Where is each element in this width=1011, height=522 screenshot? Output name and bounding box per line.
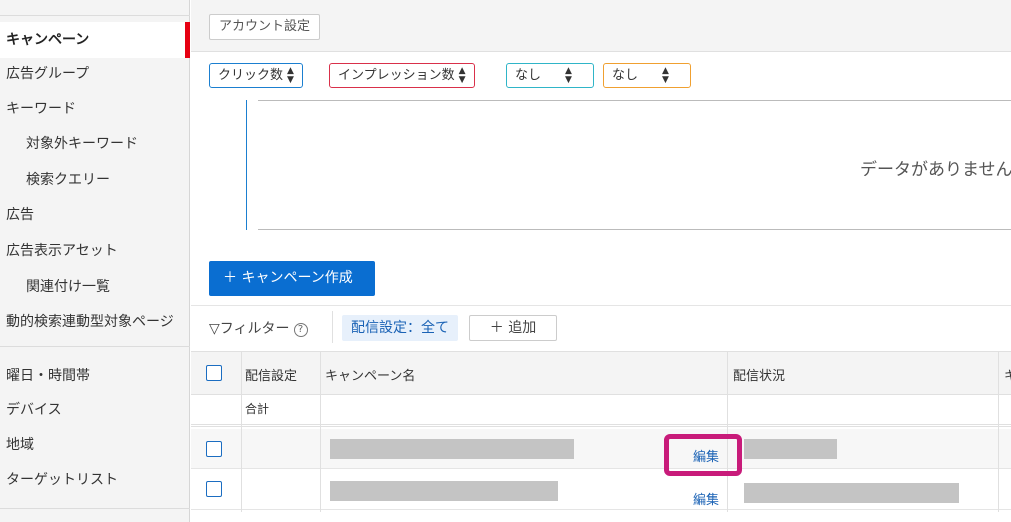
filter-label: フィルター: [219, 321, 290, 337]
delivery-status-redacted: [744, 439, 837, 459]
add-filter-button[interactable]: ＋ 追加: [469, 315, 557, 341]
filter-bar: [191, 305, 1011, 351]
table-total-row: [191, 395, 1011, 427]
table-row: [191, 429, 1011, 469]
column-divider: [320, 352, 321, 512]
sidebar-item-target-list[interactable]: ターゲットリスト: [0, 462, 190, 498]
chart-top-line: [258, 100, 1011, 101]
sidebar-item-keyword[interactable]: キーワード: [0, 91, 190, 127]
sort-arrows-icon: ▲ ▼: [662, 65, 669, 85]
metric-select-none-2[interactable]: なし ▲ ▼: [603, 63, 691, 88]
sidebar-item-campaign[interactable]: キャンペーン: [0, 22, 190, 58]
sidebar-divider-bottom: [0, 508, 190, 509]
column-header-delivery-setting[interactable]: 配信設定: [245, 365, 297, 384]
metric-label: なし: [515, 68, 542, 83]
column-divider: [727, 352, 728, 512]
table-header: [191, 351, 1011, 395]
metric-select-clicks[interactable]: クリック数 ▲ ▼: [209, 63, 303, 88]
metric-label: クリック数: [218, 68, 284, 83]
sort-arrows-icon: ▲ ▼: [287, 65, 294, 85]
select-all-checkbox[interactable]: [206, 365, 222, 381]
delivery-status-redacted: [744, 483, 959, 503]
sidebar-item-associations[interactable]: 関連付け一覧: [0, 269, 190, 305]
metric-label: インプレッション数: [338, 68, 455, 83]
create-campaign-button[interactable]: ＋ キャンペーン作成: [209, 261, 375, 296]
metric-select-none-1[interactable]: なし ▲ ▼: [506, 63, 594, 88]
row-checkbox[interactable]: [206, 441, 222, 457]
sidebar-item-day-time[interactable]: 曜日・時間帯: [0, 358, 190, 394]
row-checkbox[interactable]: [206, 481, 222, 497]
sort-arrows-icon: ▲ ▼: [565, 65, 572, 85]
sidebar-item-device[interactable]: デバイス: [0, 392, 190, 428]
campaign-name-redacted: [330, 481, 558, 501]
column-divider: [998, 352, 999, 512]
account-settings-button[interactable]: アカウント設定: [209, 14, 321, 40]
metric-label: なし: [612, 68, 639, 83]
filter-toggle[interactable]: ▽フィルター?: [209, 318, 308, 338]
sidebar-item-ad-group[interactable]: 広告グループ: [0, 56, 190, 92]
help-icon[interactable]: ?: [293, 323, 308, 337]
filter-icon: ▽: [209, 321, 220, 337]
column-header-campaign-name[interactable]: キャンペーン名: [325, 365, 415, 384]
sidebar-item-search-query[interactable]: 検索クエリー: [0, 162, 190, 198]
sort-arrows-icon: ▲ ▼: [458, 65, 466, 85]
sidebar-divider: [0, 346, 190, 347]
sidebar-item-region[interactable]: 地域: [0, 427, 190, 463]
column-divider: [241, 352, 242, 512]
metric-select-impressions[interactable]: インプレッション数 ▲ ▼: [329, 63, 475, 88]
filter-chip-delivery-setting[interactable]: 配信設定：全て: [342, 315, 458, 341]
chart-axis: [246, 100, 247, 230]
campaign-name-redacted: [330, 439, 574, 459]
sidebar-item-ads[interactable]: 広告: [0, 197, 190, 233]
sidebar-item-negative-keyword[interactable]: 対象外キーワード: [0, 126, 190, 162]
column-header-truncated[interactable]: キ: [1004, 365, 1011, 384]
filter-separator: [332, 311, 333, 343]
edit-link[interactable]: 編集: [693, 489, 719, 508]
highlight-annotation: [664, 434, 742, 476]
sidebar-top-divider: [0, 15, 190, 16]
total-label: 合計: [245, 402, 270, 416]
sidebar-item-dynamic-search-pages[interactable]: 動的検索連動型対象ページ: [0, 304, 190, 340]
column-header-delivery-status[interactable]: 配信状況: [733, 365, 785, 384]
chart-no-data-message: データがありません: [860, 160, 1011, 180]
chart-bottom-line: [258, 229, 1011, 230]
sidebar-item-ad-assets[interactable]: 広告表示アセット: [0, 233, 190, 269]
